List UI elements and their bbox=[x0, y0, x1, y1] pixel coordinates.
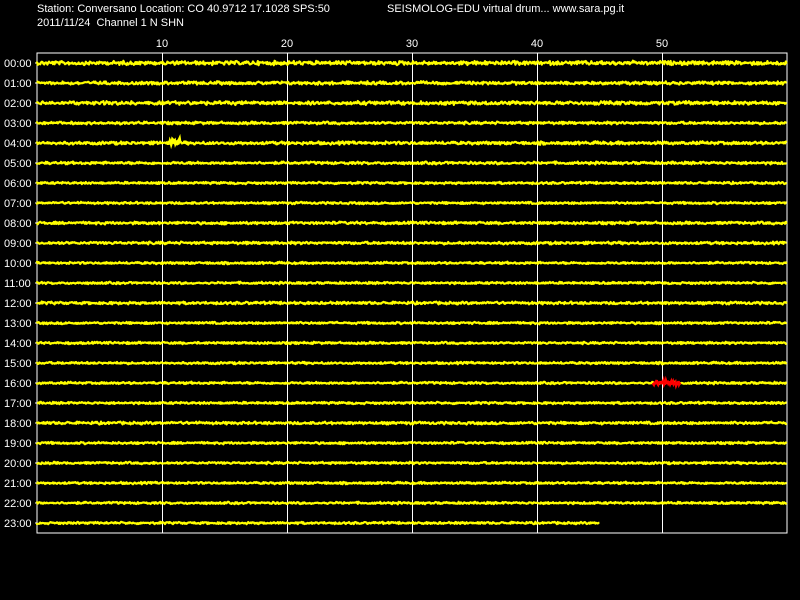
hour-label: 19:00 bbox=[4, 438, 32, 450]
hour-label: 17:00 bbox=[4, 398, 32, 410]
hour-label: 18:00 bbox=[4, 418, 32, 430]
hour-label: 00:00 bbox=[4, 58, 32, 70]
hour-label: 07:00 bbox=[4, 198, 32, 210]
trace-line bbox=[36, 400, 787, 406]
trace-line bbox=[35, 180, 788, 186]
trace-line bbox=[35, 200, 787, 206]
hour-label: 11:00 bbox=[4, 278, 31, 290]
trace-line bbox=[35, 500, 788, 506]
hour-label: 14:00 bbox=[4, 338, 32, 350]
trace-line bbox=[35, 280, 788, 286]
trace-line bbox=[35, 220, 788, 226]
hour-label: 15:00 bbox=[4, 358, 32, 370]
trace-line bbox=[35, 440, 788, 446]
hour-label: 02:00 bbox=[4, 98, 32, 110]
hour-label: 16:00 bbox=[4, 378, 32, 390]
trace-line bbox=[35, 520, 600, 526]
hour-label: 03:00 bbox=[4, 118, 32, 130]
seismogram-drum: 10 20 30 40 50 00:00 01:00 02:00 03:00 04:00 05:00… bbox=[4, 38, 788, 534]
hour-label: 20:00 bbox=[4, 458, 32, 470]
trace-line bbox=[35, 360, 788, 366]
x-tick-label: 50 bbox=[656, 38, 668, 50]
hour-label: 10:00 bbox=[4, 258, 32, 270]
x-tick-label: 10 bbox=[156, 38, 168, 50]
trace-line bbox=[35, 99, 788, 107]
hour-label: 21:00 bbox=[4, 478, 32, 490]
hour-label: 01:00 bbox=[4, 78, 32, 90]
hour-label: 12:00 bbox=[4, 298, 32, 310]
hour-label: 08:00 bbox=[4, 218, 32, 230]
trace-line bbox=[35, 460, 788, 466]
trace-line bbox=[35, 240, 787, 246]
trace-line bbox=[35, 59, 788, 67]
x-tick-label: 40 bbox=[531, 38, 543, 50]
hour-label: 13:00 bbox=[4, 318, 32, 330]
trace-line bbox=[35, 260, 788, 266]
trace-line bbox=[35, 480, 787, 486]
hour-label: 05:00 bbox=[4, 158, 32, 170]
hour-label: 04:00 bbox=[4, 138, 32, 150]
x-tick-label: 30 bbox=[406, 38, 418, 50]
x-tick-label: 20 bbox=[281, 38, 293, 50]
trace-line bbox=[35, 320, 788, 326]
hour-label: 23:00 bbox=[4, 518, 32, 530]
trace-line bbox=[36, 80, 788, 86]
event-burst bbox=[651, 375, 682, 390]
trace-line bbox=[35, 340, 788, 346]
trace-line bbox=[35, 160, 788, 166]
hour-label: 22:00 bbox=[4, 498, 32, 510]
trace-line bbox=[35, 120, 787, 126]
trace-line bbox=[35, 420, 788, 426]
trace-line bbox=[35, 300, 788, 306]
hour-label: 06:00 bbox=[4, 178, 32, 190]
trace-line bbox=[35, 140, 788, 146]
hour-label: 09:00 bbox=[4, 238, 32, 250]
